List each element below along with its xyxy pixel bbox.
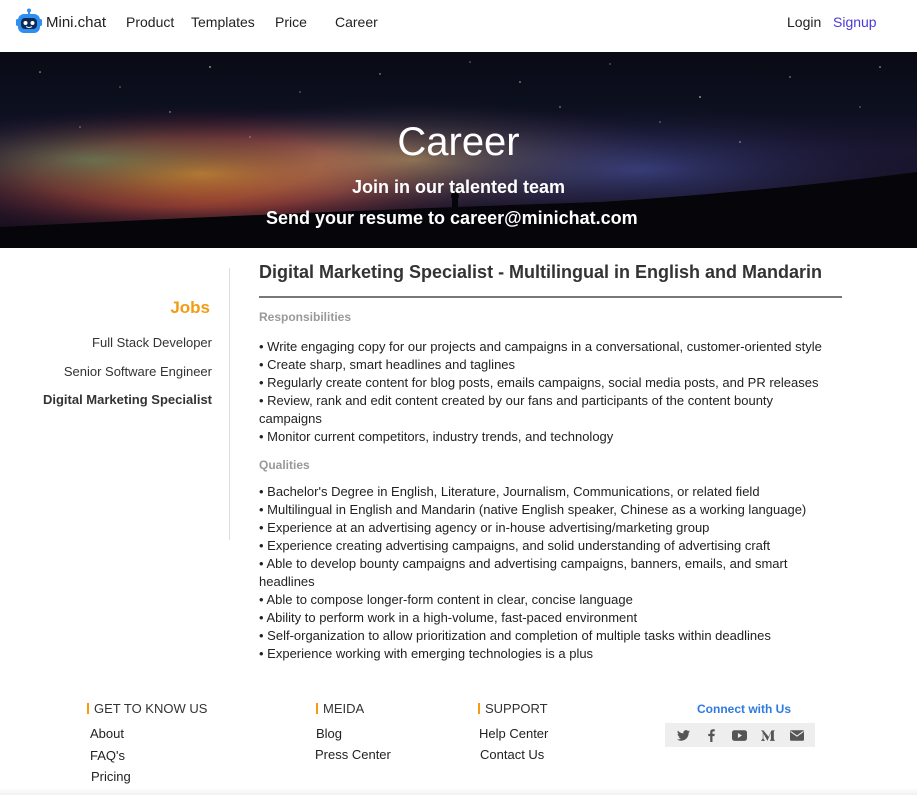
hero-banner: Career Join in our talented team Send yo…	[0, 52, 917, 248]
footer: GET TO KNOW US About FAQ's Pricing MEIDA…	[0, 690, 917, 795]
list-item: • Write engaging copy for our projects a…	[259, 339, 822, 354]
list-item: • Able to develop bounty campaigns and a…	[259, 556, 788, 589]
facebook-icon[interactable]	[704, 727, 720, 743]
heading-accent-bar	[87, 703, 89, 714]
footer-heading-text: SUPPORT	[485, 701, 548, 716]
list-item: • Regularly create content for blog post…	[259, 375, 819, 390]
list-item: • Ability to perform work in a high-volu…	[259, 610, 638, 625]
footer-link-blog[interactable]: Blog	[316, 726, 342, 741]
qualities-heading: Qualities	[259, 458, 310, 472]
job-title: Digital Marketing Specialist - Multiling…	[259, 262, 823, 282]
jobs-heading: Jobs	[170, 298, 210, 317]
logo[interactable]: Mini.chat	[15, 8, 106, 34]
logo-text: Mini.chat	[46, 13, 107, 31]
page-bottom-edge	[0, 788, 917, 795]
footer-link-pricing[interactable]: Pricing	[91, 769, 131, 784]
heading-accent-bar	[316, 703, 318, 714]
job-link-marketing[interactable]: Digital Marketing Specialist	[43, 392, 212, 407]
hero-title: Career	[0, 120, 917, 165]
hero-contact: Send your resume to career@minichat.com	[266, 208, 638, 228]
title-divider	[259, 296, 842, 298]
footer-link-about[interactable]: About	[90, 726, 124, 741]
footer-heading-text: MEIDA	[323, 701, 365, 716]
footer-link-press[interactable]: Press Center	[315, 747, 391, 762]
twitter-icon[interactable]	[675, 727, 691, 743]
signup-link[interactable]: Signup	[833, 14, 877, 30]
connect-heading: Connect with Us	[697, 702, 792, 716]
list-item: • Multilingual in English and Mandarin (…	[259, 502, 807, 517]
youtube-icon[interactable]	[732, 727, 748, 743]
footer-link-help[interactable]: Help Center	[479, 726, 548, 741]
footer-heading-text: GET TO KNOW US	[94, 701, 208, 716]
footer-heading-support: SUPPORT	[478, 701, 548, 716]
list-item: • Able to compose longer-form content in…	[259, 592, 633, 607]
email-icon[interactable]	[789, 727, 805, 743]
list-item: • Experience working with emerging techn…	[259, 646, 594, 661]
jobs-sidebar: Jobs Full Stack Developer Senior Softwar…	[0, 268, 230, 540]
list-item: • Create sharp, smart headlines and tagl…	[259, 357, 516, 372]
social-links	[665, 723, 815, 747]
robot-logo-icon	[15, 8, 43, 34]
responsibilities-list: • Write engaging copy for our projects a…	[259, 338, 839, 446]
footer-heading-media: MEIDA	[316, 701, 364, 716]
footer-link-contact[interactable]: Contact Us	[480, 747, 544, 762]
list-item: • Monitor current competitors, industry …	[259, 429, 614, 444]
nav-career[interactable]: Career	[335, 14, 378, 30]
qualities-list: • Bachelor's Degree in English, Literatu…	[259, 483, 839, 663]
list-item: • Experience creating advertising campai…	[259, 538, 771, 553]
top-nav: Mini.chat Product Templates Price Career…	[0, 0, 917, 52]
heading-accent-bar	[478, 703, 480, 714]
list-item: • Bachelor's Degree in English, Literatu…	[259, 484, 760, 499]
list-item: • Self-organization to allow prioritizat…	[259, 628, 771, 643]
hero-subtitle: Join in our talented team	[0, 177, 917, 198]
nav-price[interactable]: Price	[275, 14, 307, 30]
job-link-full-stack[interactable]: Full Stack Developer	[92, 335, 212, 350]
list-item: • Experience at an advertising agency or…	[259, 520, 710, 535]
hero-subtitle-text: Join in our talented team	[351, 177, 566, 197]
login-link[interactable]: Login	[787, 14, 821, 30]
nav-product[interactable]: Product	[126, 14, 174, 30]
hero-title-text: Career	[397, 120, 520, 164]
footer-link-faq[interactable]: FAQ's	[90, 748, 125, 763]
list-item: • Review, rank and edit content created …	[259, 393, 774, 426]
footer-heading-know-us: GET TO KNOW US	[87, 701, 207, 716]
responsibilities-heading: Responsibilities	[259, 310, 352, 324]
medium-icon[interactable]	[760, 727, 776, 743]
job-detail: Digital Marketing Specialist - Multiling…	[259, 262, 879, 663]
job-link-senior-engineer[interactable]: Senior Software Engineer	[64, 364, 212, 379]
nav-templates[interactable]: Templates	[191, 14, 255, 30]
